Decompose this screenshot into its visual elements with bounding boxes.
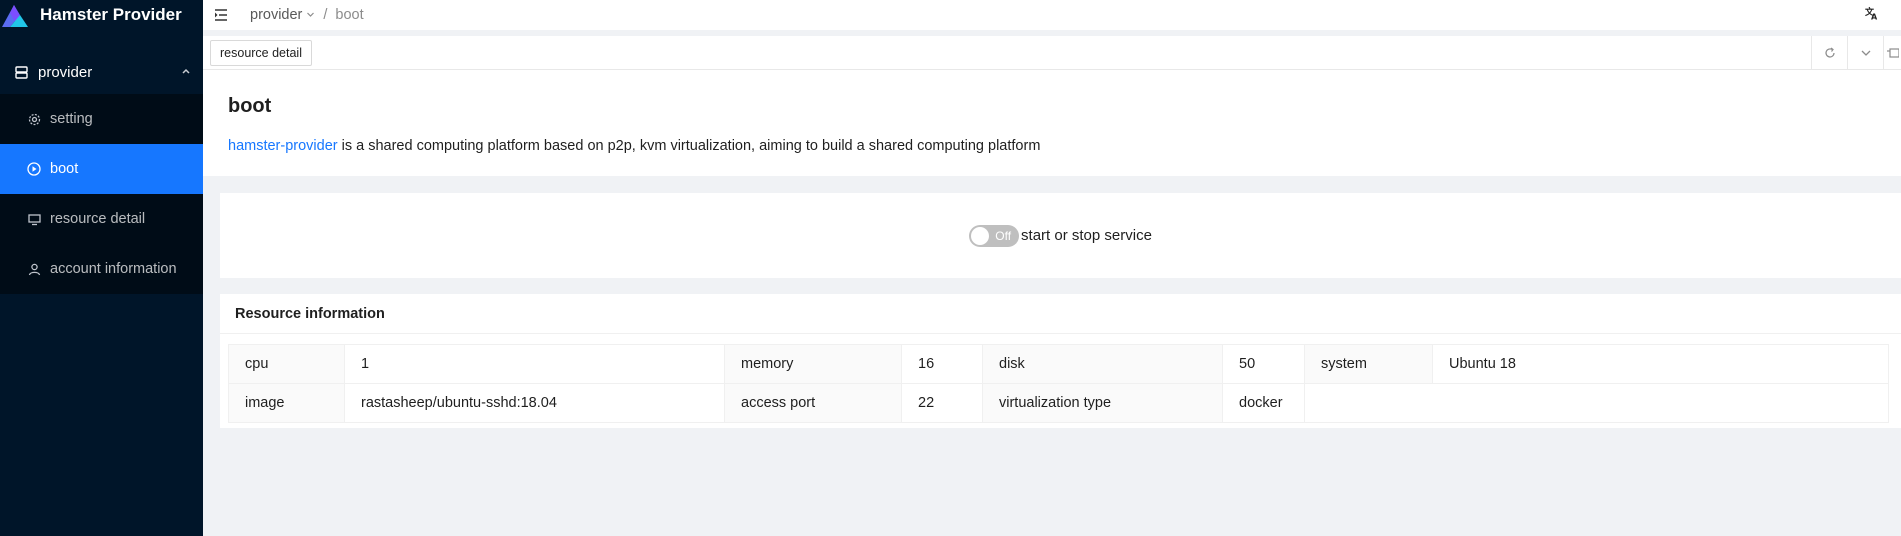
- top-header: provider / boot 文A: [203, 0, 1901, 30]
- play-circle-icon: [26, 162, 42, 176]
- chevron-down-icon[interactable]: [306, 10, 315, 21]
- service-card: Off start or stop service: [220, 193, 1901, 278]
- sidebar-item-label: setting: [50, 111, 93, 127]
- resource-value-disk: 50: [1222, 344, 1305, 384]
- app-title: Hamster Provider: [40, 5, 182, 24]
- tab-resource-detail[interactable]: resource detail: [210, 40, 312, 66]
- resource-label-cpu: cpu: [228, 344, 345, 384]
- resource-card: Resource information cpu 1 memory 16 dis…: [220, 294, 1901, 428]
- service-toggle-label: start or stop service: [1021, 227, 1152, 244]
- chevron-up-icon: [181, 66, 191, 79]
- sidebar-item-label: account information: [50, 261, 177, 277]
- sidebar-item-account-information[interactable]: account information: [0, 244, 203, 294]
- resource-value-image: rastasheep/ubuntu-sshd:18.04: [344, 383, 725, 423]
- sidebar-item-setting[interactable]: setting: [0, 94, 203, 144]
- description-text: is a shared computing platform based on …: [337, 138, 1041, 154]
- chevron-down-icon[interactable]: [1847, 36, 1883, 69]
- page-header: boot hamster-provider is a shared comput…: [203, 70, 1901, 176]
- project-link[interactable]: hamster-provider: [228, 138, 338, 154]
- sidebar-group-label: provider: [38, 63, 93, 81]
- resource-value-cpu: 1: [344, 344, 725, 384]
- resource-label-disk: disk: [982, 344, 1223, 384]
- breadcrumb: provider / boot: [250, 7, 364, 23]
- reload-icon[interactable]: [1811, 36, 1847, 69]
- monitor-icon: [26, 213, 42, 226]
- resource-card-title: Resource information: [220, 294, 1901, 334]
- page-title: boot: [228, 95, 272, 117]
- fullscreen-icon[interactable]: [1883, 36, 1901, 69]
- table-row: cpu 1 memory 16 disk 50 system Ubuntu 18: [228, 344, 1889, 384]
- logo: Hamster Provider: [0, 0, 203, 30]
- breadcrumb-separator: /: [323, 7, 328, 23]
- sidebar-item-boot[interactable]: boot: [0, 144, 203, 194]
- translate-icon[interactable]: 文A: [1864, 6, 1879, 23]
- service-toggle[interactable]: Off: [969, 224, 1020, 247]
- resource-value-virtualization-type: docker: [1222, 383, 1305, 423]
- page-description: hamster-provider is a shared computing p…: [228, 138, 1901, 154]
- logo-icon: [0, 1, 32, 29]
- menu-fold-icon[interactable]: [214, 9, 234, 21]
- sidebar: Hamster Provider provider setting boot r…: [0, 0, 203, 536]
- toggle-text: Off: [995, 228, 1012, 243]
- table-row: image rastasheep/ubuntu-sshd:18.04 acces…: [228, 383, 1889, 423]
- server-icon: [12, 65, 30, 79]
- breadcrumb-current: boot: [335, 7, 364, 23]
- resource-table: cpu 1 memory 16 disk 50 system Ubuntu 18…: [228, 344, 1889, 423]
- resource-label-image: image: [228, 383, 345, 423]
- user-icon: [26, 263, 42, 276]
- sidebar-item-label: boot: [50, 161, 79, 177]
- svg-text:A: A: [1871, 13, 1878, 21]
- resource-value-memory: 16: [901, 344, 983, 384]
- gear-icon: [26, 113, 42, 126]
- breadcrumb-root[interactable]: provider: [250, 7, 302, 23]
- resource-label-virtualization-type: virtualization type: [982, 383, 1223, 423]
- sidebar-item-resource-detail[interactable]: resource detail: [0, 194, 203, 244]
- sidebar-group-provider[interactable]: provider: [0, 50, 203, 94]
- tabs-bar: resource detail: [203, 36, 1901, 70]
- empty-cell: [1304, 383, 1889, 423]
- resource-value-access-port: 22: [901, 383, 983, 423]
- resource-label-system: system: [1304, 344, 1433, 384]
- resource-label-memory: memory: [724, 344, 902, 384]
- resource-label-access-port: access port: [724, 383, 902, 423]
- resource-value-system: Ubuntu 18: [1432, 344, 1889, 384]
- sidebar-item-label: resource detail: [50, 211, 146, 227]
- toggle-knob: [971, 226, 990, 245]
